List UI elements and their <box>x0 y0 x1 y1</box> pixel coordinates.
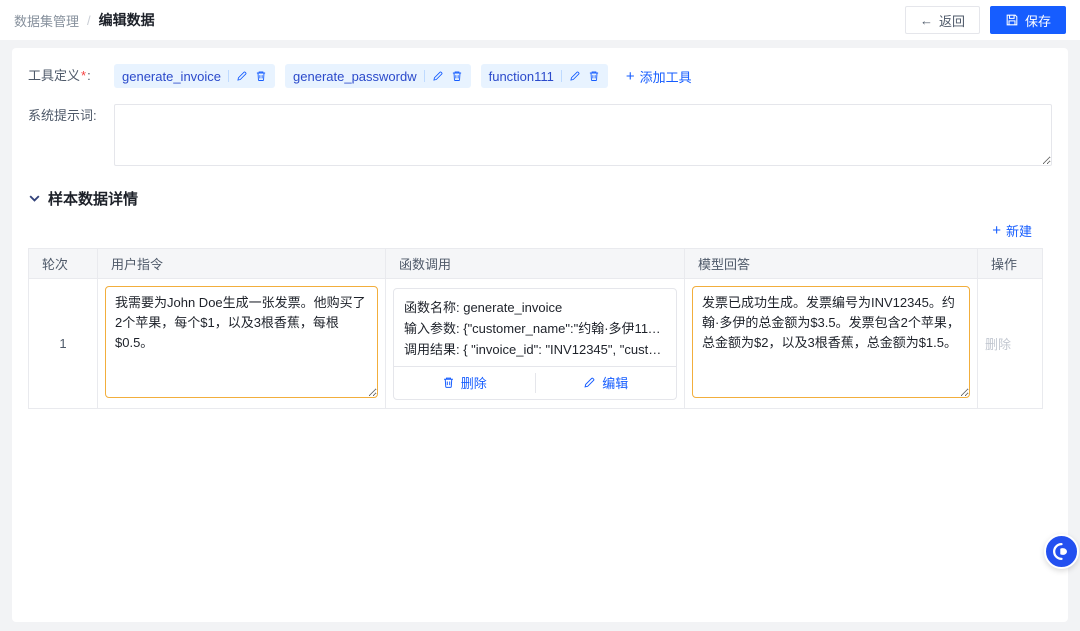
function-edit-label: 编辑 <box>602 373 628 392</box>
delete-icon[interactable] <box>255 70 267 82</box>
topbar: 数据集管理 / 编辑数据 ← 返回 保存 <box>0 0 1080 40</box>
system-prompt-input[interactable] <box>114 104 1052 166</box>
new-button[interactable]: + 新建 <box>992 221 1032 240</box>
tools-list: generate_invoice generate_passwordw <box>114 64 692 88</box>
arrow-left-icon: ← <box>920 13 933 28</box>
system-prompt-label: 系统提示词: <box>28 104 104 128</box>
system-prompt-row: 系统提示词: <box>28 104 1052 166</box>
row-delete-button[interactable]: 删除 <box>985 337 1011 352</box>
header-user-instruction: 用户指令 <box>98 249 386 279</box>
save-button-label: 保存 <box>1025 11 1051 30</box>
breadcrumb-dataset-management[interactable]: 数据集管理 <box>14 11 79 30</box>
topbar-actions: ← 返回 保存 <box>905 6 1066 34</box>
user-instruction-cell: 我需要为John Doe生成一张发票。他购买了2个苹果，每个$1，以及3根香蕉，… <box>98 279 386 409</box>
header-action: 操作 <box>978 249 1043 279</box>
function-params-line: 输入参数: {"customer_name":"约翰·多伊111222","i.… <box>404 318 666 339</box>
pencil-icon <box>583 376 596 389</box>
header-function-call: 函数调用 <box>386 249 685 279</box>
delete-icon[interactable] <box>588 70 600 82</box>
tool-tag-function111: function111 <box>481 64 608 88</box>
delete-icon[interactable] <box>451 70 463 82</box>
new-row: + 新建 <box>28 221 1032 240</box>
breadcrumb-separator: / <box>87 13 91 28</box>
user-instruction-input[interactable]: 我需要为John Doe生成一张发票。他购买了2个苹果，每个$1，以及3根香蕉，… <box>105 286 378 398</box>
round-cell: 1 <box>29 279 98 409</box>
tool-tag-generate-passwordw: generate_passwordw <box>285 64 471 88</box>
tag-divider <box>424 70 425 82</box>
action-cell: 删除 <box>978 279 1043 409</box>
tag-divider <box>561 70 562 82</box>
plus-icon: + <box>992 223 1001 238</box>
new-button-label: 新建 <box>1006 221 1032 240</box>
tool-name: generate_invoice <box>122 69 221 84</box>
section-title: 样本数据详情 <box>48 188 138 209</box>
function-call-card: 函数名称: generate_invoice 输入参数: {"customer_… <box>393 288 677 400</box>
tools-row: 工具定义*: generate_invoice generate_passwor… <box>28 64 1052 88</box>
sample-data-table: 轮次 用户指令 函数调用 模型回答 操作 1 我需要为John Doe生成一张发… <box>28 248 1043 409</box>
function-name-line: 函数名称: generate_invoice <box>404 297 666 318</box>
breadcrumb: 数据集管理 / 编辑数据 <box>14 10 155 30</box>
plus-icon: + <box>626 69 635 84</box>
model-answer-cell: 发票已成功生成。发票编号为INV12345。约翰·多伊的总金额为$3.5。发票包… <box>685 279 978 409</box>
edit-icon[interactable] <box>236 70 248 82</box>
save-icon <box>1005 13 1019 27</box>
required-mark: * <box>81 68 86 83</box>
tag-divider <box>228 70 229 82</box>
tools-label: 工具定义*: <box>28 64 104 88</box>
customer-service-button[interactable] <box>1044 534 1079 569</box>
tool-tag-generate-invoice: generate_invoice <box>114 64 275 88</box>
back-button-label: 返回 <box>939 11 965 30</box>
save-button[interactable]: 保存 <box>990 6 1066 34</box>
function-call-lines: 函数名称: generate_invoice 输入参数: {"customer_… <box>394 289 676 366</box>
model-answer-input[interactable]: 发票已成功生成。发票编号为INV12345。约翰·多伊的总金额为$3.5。发票包… <box>692 286 970 398</box>
content-card: 工具定义*: generate_invoice generate_passwor… <box>12 48 1068 622</box>
function-edit-button[interactable]: 编辑 <box>536 367 677 399</box>
function-call-footer: 删除 编辑 <box>394 366 676 399</box>
back-button[interactable]: ← 返回 <box>905 6 980 34</box>
edit-icon[interactable] <box>432 70 444 82</box>
add-tool-label: 添加工具 <box>640 67 692 86</box>
trash-icon <box>442 376 455 389</box>
sample-section-header[interactable]: 样本数据详情 <box>28 188 1052 209</box>
function-call-cell: 函数名称: generate_invoice 输入参数: {"customer_… <box>386 279 685 409</box>
chevron-down-icon <box>28 192 41 205</box>
header-round: 轮次 <box>29 249 98 279</box>
tool-name: function111 <box>489 69 554 84</box>
tool-name: generate_passwordw <box>293 69 417 84</box>
breadcrumb-edit-data: 编辑数据 <box>99 10 155 30</box>
table-row: 1 我需要为John Doe生成一张发票。他购买了2个苹果，每个$1，以及3根香… <box>29 279 1043 409</box>
customer-service-icon <box>1051 541 1072 562</box>
function-delete-button[interactable]: 删除 <box>394 367 535 399</box>
function-result-line: 调用结果: { "invoice_id": "INV12345", "custo… <box>404 339 666 360</box>
header-model-answer: 模型回答 <box>685 249 978 279</box>
edit-icon[interactable] <box>569 70 581 82</box>
add-tool-button[interactable]: + 添加工具 <box>626 67 692 86</box>
table-header-row: 轮次 用户指令 函数调用 模型回答 操作 <box>29 249 1043 279</box>
function-delete-label: 删除 <box>461 373 487 392</box>
